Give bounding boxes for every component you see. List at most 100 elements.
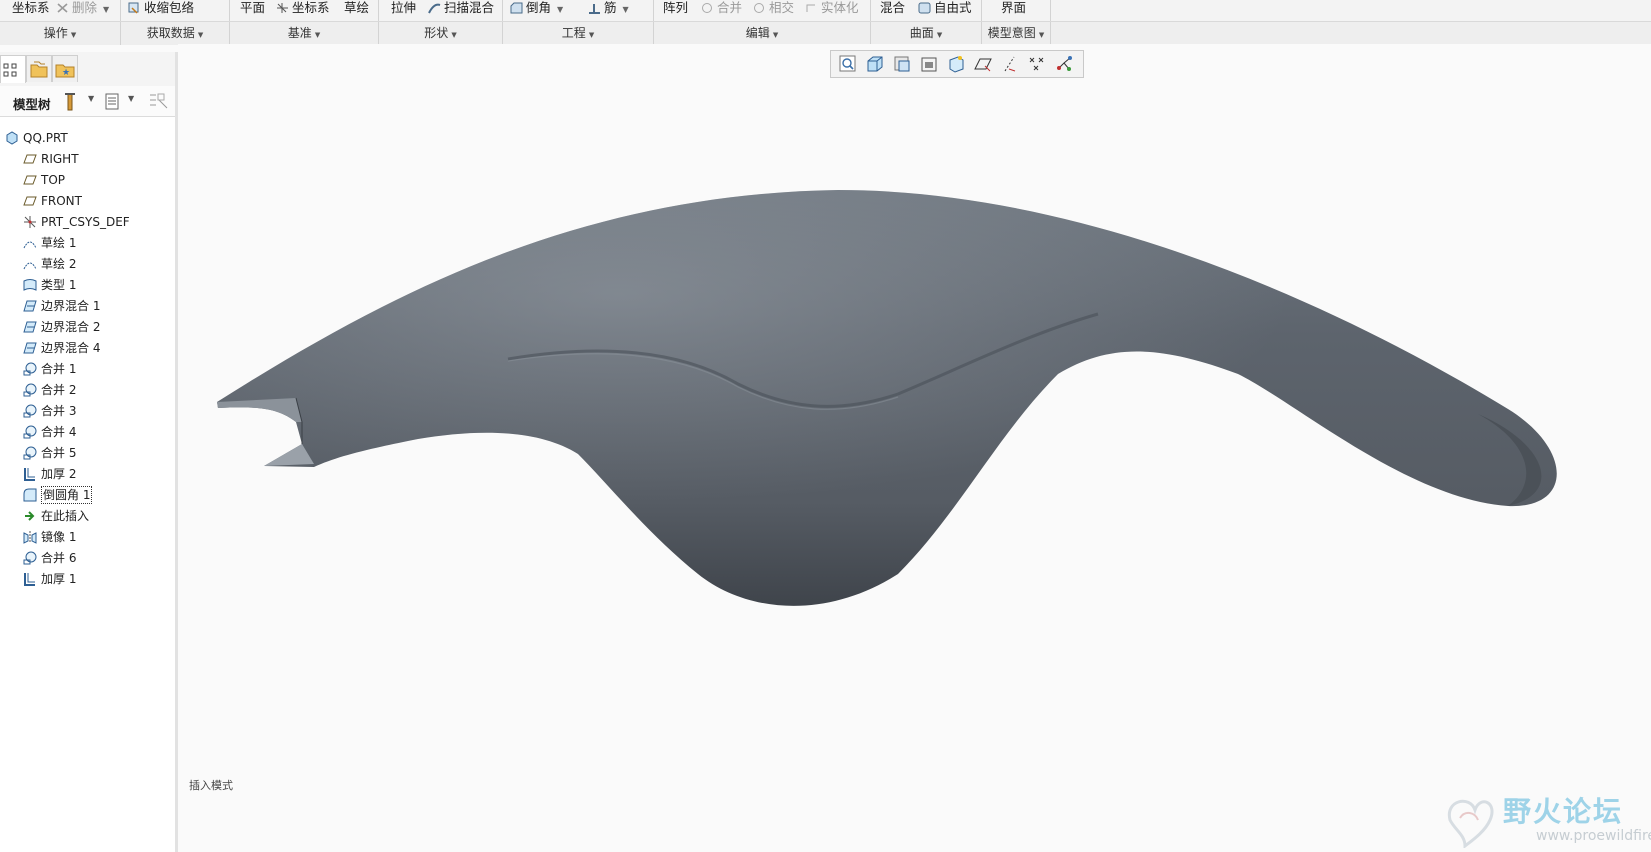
group-editing[interactable]: 编辑 ▼	[654, 22, 871, 45]
tree-item-label: TOP	[41, 173, 66, 187]
rib-icon	[588, 2, 601, 14]
tree-item[interactable]: 加厚 2	[0, 464, 170, 484]
csys-button[interactable]: 坐标系	[276, 0, 330, 18]
csys-icon	[276, 2, 289, 14]
blend-button[interactable]: 混合	[880, 0, 905, 18]
ribbon-tools-row: 坐标系 删除 ▼ 收缩包络 平面 坐标系 草绘 拉伸 扫描混合 倒角 ▼ 筋 ▼ 阵列…	[0, 0, 1651, 21]
chevron-down-icon: ▼	[314, 31, 321, 39]
tree-item[interactable]: 草绘 2	[0, 254, 170, 274]
tree-item[interactable]: 边界混合 4	[0, 338, 170, 358]
show-list-icon[interactable]	[104, 92, 120, 115]
svg-text:★: ★	[62, 68, 70, 78]
merge-icon	[23, 551, 37, 565]
chevron-down-icon: ▼	[70, 31, 77, 39]
interface-button[interactable]: 界面	[1001, 0, 1026, 18]
chamfer-icon	[510, 2, 523, 14]
sketch-icon	[23, 257, 37, 271]
group-surfaces[interactable]: 曲面 ▼	[871, 22, 982, 45]
solidify-button[interactable]: 实体化	[805, 0, 859, 18]
chevron-down-icon: ▼	[772, 31, 779, 39]
tree-item[interactable]: 类型 1	[0, 275, 170, 295]
tree-item-label: RIGHT	[41, 152, 79, 166]
tree-item-label: 合并 2	[41, 383, 77, 397]
group-datum[interactable]: 基准 ▼	[230, 22, 379, 45]
chevron-down-icon[interactable]: ▼	[128, 94, 134, 103]
tree-item[interactable]: 合并 5	[0, 443, 170, 463]
tree-item[interactable]: PRT_CSYS_DEF	[0, 212, 170, 232]
tree-item-label: 在此插入	[41, 509, 90, 523]
merge-button[interactable]: 合并	[701, 0, 742, 18]
chevron-down-icon[interactable]: ▼	[623, 5, 629, 14]
tree-filter-icon[interactable]	[148, 92, 170, 115]
chevron-down-icon: ▼	[197, 31, 204, 39]
tree-item-label: 合并 6	[41, 551, 77, 565]
tree-item[interactable]: 倒圆角 1	[0, 485, 170, 505]
tree-item-label: 边界混合 2	[41, 320, 101, 334]
pattern-button[interactable]: 阵列	[663, 0, 688, 18]
folder-browser-tab[interactable]	[26, 55, 52, 82]
rib-button[interactable]: 筋 ▼	[588, 0, 629, 18]
tree-item[interactable]: 合并 6	[0, 548, 170, 568]
group-get-data[interactable]: 获取数据 ▼	[121, 22, 230, 45]
datum-plane-icon	[23, 152, 37, 166]
graphics-window[interactable]: 插入模式 野火论坛 www.proewildfire.cn	[178, 44, 1651, 852]
intersect-button[interactable]: 相交	[753, 0, 794, 18]
tree-item-label: 边界混合 1	[41, 299, 101, 313]
ribbon: 坐标系 删除 ▼ 收缩包络 平面 坐标系 草绘 拉伸 扫描混合 倒角 ▼ 筋 ▼ 阵列…	[0, 0, 1651, 45]
coordinate-system-icon	[0, 2, 9, 14]
tree-item-label: 类型 1	[41, 278, 77, 292]
tree-item[interactable]: 合并 2	[0, 380, 170, 400]
extrude-button[interactable]: 拉伸	[391, 0, 416, 18]
coordinate-system-button[interactable]: 坐标系	[0, 0, 50, 18]
tree-item-label: FRONT	[41, 194, 82, 208]
model-tree-tab-icon	[3, 63, 17, 77]
tree-item[interactable]: QQ.PRT	[0, 128, 170, 148]
tree-item-label: 加厚 1	[41, 572, 77, 586]
chevron-down-icon[interactable]: ▼	[88, 94, 94, 103]
tree-item[interactable]: FRONT	[0, 191, 170, 211]
tree-item[interactable]: 在此插入	[0, 506, 170, 526]
favorites-tab[interactable]: ★	[52, 55, 78, 82]
plane-button[interactable]: 平面	[240, 0, 265, 18]
boundary-blend-icon	[23, 320, 37, 334]
tree-item-label: 草绘 2	[41, 257, 77, 271]
group-engineering[interactable]: 工程 ▼	[503, 22, 654, 45]
chamfer-button[interactable]: 倒角 ▼	[510, 0, 563, 18]
tree-item[interactable]: TOP	[0, 170, 170, 190]
tree-item[interactable]: 合并 4	[0, 422, 170, 442]
tree-item-label: 合并 5	[41, 446, 77, 460]
tree-item[interactable]: RIGHT	[0, 149, 170, 169]
chevron-down-icon[interactable]: ▼	[557, 5, 563, 14]
tree-item[interactable]: 边界混合 2	[0, 317, 170, 337]
tree-item[interactable]: 镜像 1	[0, 527, 170, 547]
tree-item-label: 合并 3	[41, 404, 77, 418]
forum-watermark: 野火论坛 www.proewildfire.cn	[1440, 786, 1651, 848]
group-shapes[interactable]: 形状 ▼	[379, 22, 503, 45]
navigator-panel: ★ 模型树 ▼ ▼ QQ.PRT RIGHT TOP FRONT PRT_CSYS_DE…	[0, 52, 176, 852]
tree-item[interactable]: 合并 3	[0, 401, 170, 421]
chevron-down-icon: ▼	[588, 31, 595, 39]
tree-item-label: QQ.PRT	[23, 131, 68, 145]
tree-item[interactable]: 加厚 1	[0, 569, 170, 589]
part-icon	[5, 131, 19, 145]
tree-item[interactable]: 边界混合 1	[0, 296, 170, 316]
insert-here-arrow-icon	[23, 509, 37, 523]
tree-settings-icon[interactable]	[62, 92, 78, 115]
group-model-intent[interactable]: 模型意图 ▼	[982, 22, 1051, 45]
freestyle-button[interactable]: 自由式	[918, 0, 972, 18]
group-operations[interactable]: 操作 ▼	[0, 22, 121, 45]
ribbon-group-labels: 操作 ▼ 获取数据 ▼ 基准 ▼ 形状 ▼ 工程 ▼ 编辑 ▼ 曲面 ▼ 模型意图 ▼	[0, 21, 1651, 45]
swept-blend-button[interactable]: 扫描混合	[428, 0, 494, 18]
sketch-button[interactable]: 草绘	[344, 0, 369, 18]
tree-item-label: 倒圆角 1	[41, 486, 93, 504]
chevron-down-icon[interactable]: ▼	[103, 5, 109, 14]
tree-item-label: 合并 4	[41, 425, 77, 439]
3d-model-view[interactable]	[178, 44, 1651, 852]
shrinkwrap-button[interactable]: 收缩包络	[128, 0, 194, 18]
delete-button[interactable]: 删除 ▼	[56, 0, 109, 18]
swept-blend-icon	[428, 2, 441, 14]
tree-item[interactable]: 草绘 1	[0, 233, 170, 253]
tree-item[interactable]: 合并 1	[0, 359, 170, 379]
model-tree-tab[interactable]	[0, 55, 26, 83]
surfaced-part-model[interactable]	[217, 190, 1557, 606]
